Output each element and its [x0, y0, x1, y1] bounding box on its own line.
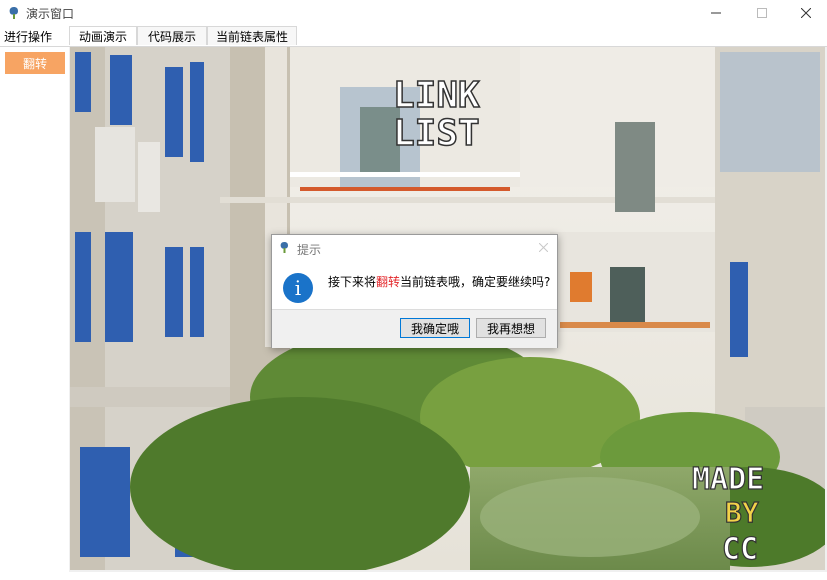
operation-tab[interactable]: 进行操作 — [4, 28, 52, 45]
reverse-button[interactable]: 翻转 — [5, 52, 65, 74]
info-icon: i — [283, 273, 313, 303]
divider — [0, 46, 69, 47]
maximize-icon — [757, 8, 767, 18]
message-suffix: 当前链表哦，确定要继续吗? — [400, 275, 551, 289]
tab-animation[interactable]: 动画演示 — [69, 26, 137, 45]
close-icon — [538, 242, 548, 252]
maximize-button[interactable] — [739, 0, 785, 26]
status-strip — [69, 572, 827, 580]
cancel-button[interactable]: 我再想想 — [476, 318, 546, 338]
dialog-footer: 我确定哦 我再想想 — [272, 309, 557, 348]
minimize-button[interactable] — [693, 0, 739, 26]
tab-bar: 动画演示 代码展示 当前链表属性 — [69, 26, 827, 47]
operation-panel: 进行操作 翻转 — [0, 26, 69, 580]
close-button[interactable] — [783, 0, 827, 26]
app-icon — [9, 7, 18, 19]
confirm-button[interactable]: 我确定哦 — [400, 318, 470, 338]
close-icon — [801, 8, 811, 18]
svg-text:MADE: MADE — [692, 462, 764, 497]
svg-text:CC: CC — [722, 532, 758, 567]
dialog-title: 提示 — [297, 243, 322, 257]
message-prefix: 接下来将 — [328, 275, 377, 289]
confirm-dialog: 提示 i 接下来将翻转当前链表哦，确定要继续吗? 我确定哦 我再想想 — [271, 234, 558, 348]
minimize-icon — [711, 12, 721, 14]
svg-text:LINK: LINK — [393, 75, 480, 116]
title-bar: 演示窗口 — [0, 0, 827, 26]
link-list-logo: LINK LIST — [392, 74, 481, 155]
dialog-message: 接下来将翻转当前链表哦，确定要继续吗? — [328, 273, 550, 290]
svg-text:LIST: LIST — [393, 113, 480, 154]
message-highlight: 翻转 — [376, 275, 401, 289]
dialog-app-icon — [280, 242, 288, 253]
svg-text:BY: BY — [725, 496, 759, 529]
tab-code[interactable]: 代码展示 — [137, 26, 207, 45]
dialog-close-button[interactable] — [533, 238, 553, 256]
tab-list-properties[interactable]: 当前链表属性 — [207, 26, 297, 45]
window-title: 演示窗口 — [26, 7, 75, 21]
